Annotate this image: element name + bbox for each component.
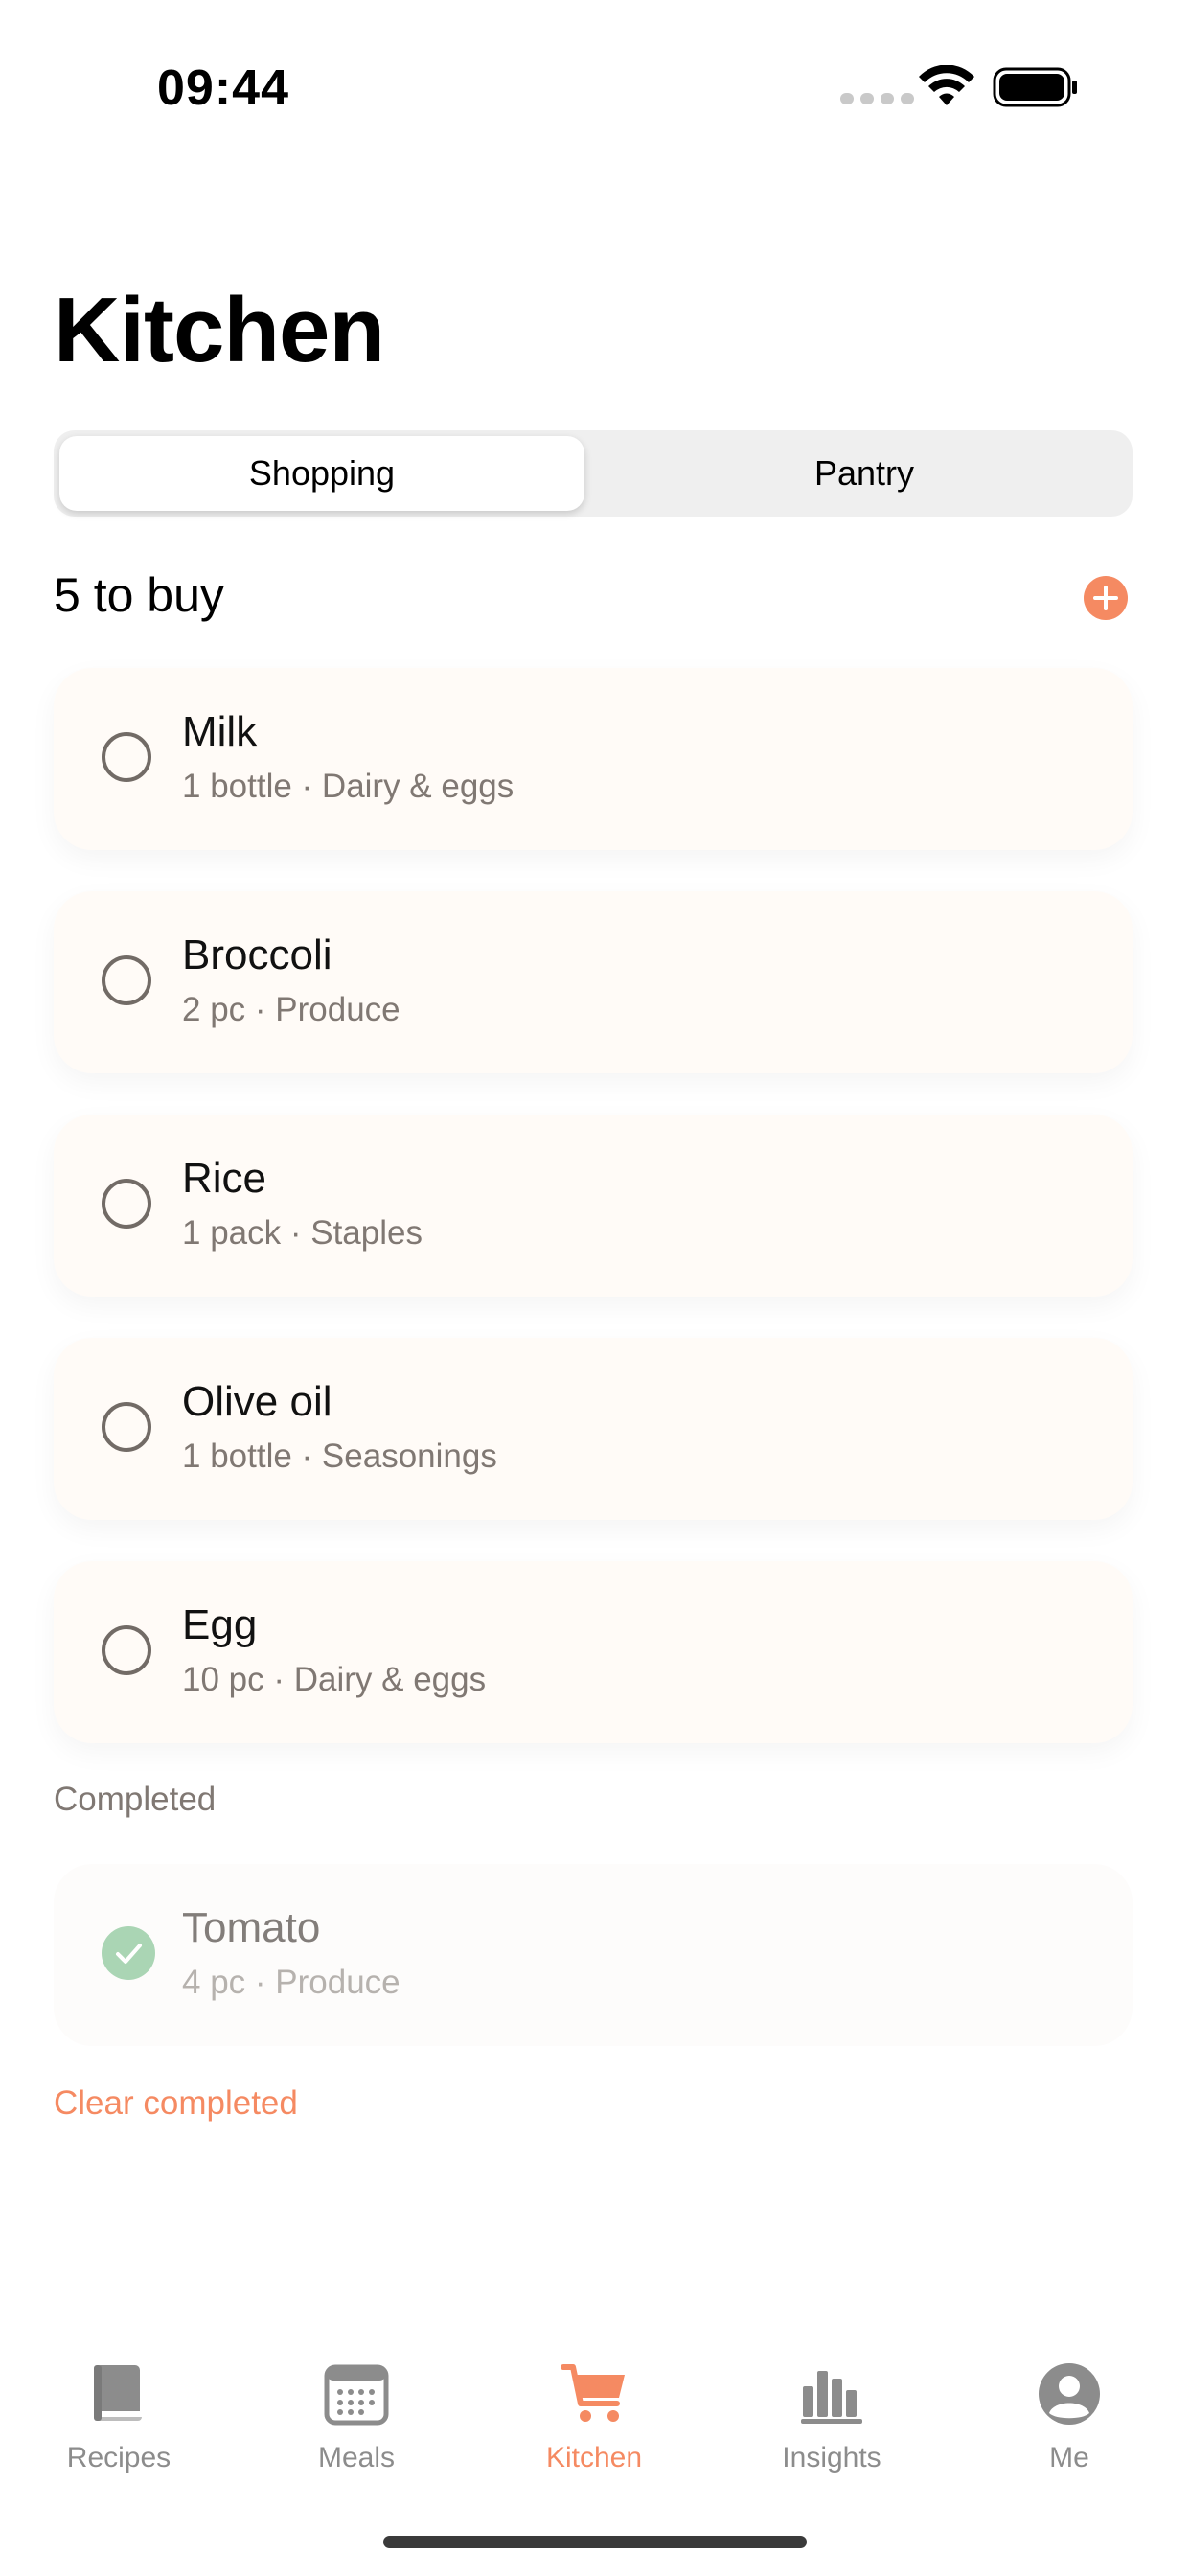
tab-label: Me [1049, 2442, 1089, 2473]
book-icon [94, 2365, 142, 2421]
completed-section-label: Completed [54, 1781, 217, 1818]
status-bar: 09:44 [0, 0, 1190, 172]
calendar-icon [324, 2364, 389, 2426]
add-item-button[interactable] [1084, 576, 1128, 620]
item-checkbox[interactable] [102, 1179, 151, 1229]
shopping-item[interactable]: Broccoli 2 pc · Produce [54, 891, 1133, 1073]
shopping-item[interactable]: Milk 1 bottle · Dairy & eggs [54, 668, 1133, 850]
home-indicator[interactable] [383, 2536, 807, 2548]
tab-insights[interactable]: Insights [713, 2338, 950, 2501]
checkmark-icon [116, 1944, 142, 1964]
completed-item[interactable]: Tomato 4 pc · Produce [54, 1864, 1133, 2046]
tab-label: Meals [317, 2442, 396, 2473]
tab-me[interactable]: Me [950, 2338, 1188, 2501]
to-buy-count: 5 to buy [54, 568, 224, 622]
wifi-icon [919, 65, 974, 105]
tab-label: Insights [782, 2442, 881, 2473]
item-name: Milk [182, 708, 258, 755]
item-name: Rice [182, 1155, 267, 1202]
clear-completed-button[interactable]: Clear completed [54, 2084, 298, 2123]
item-meta: 10 pc · Dairy & eggs [182, 1661, 487, 1698]
item-meta: 1 bottle · Seasonings [182, 1438, 497, 1475]
bar-chart-icon [801, 2371, 862, 2424]
tab-label: Kitchen [545, 2442, 643, 2473]
item-name: Egg [182, 1601, 258, 1648]
item-checkbox[interactable] [102, 955, 151, 1005]
shopping-item[interactable]: Olive oil 1 bottle · Seasonings [54, 1338, 1133, 1520]
status-time: 09:44 [157, 60, 289, 116]
cellular-signal-icon [840, 93, 914, 104]
item-meta: 2 pc · Produce [182, 991, 400, 1028]
item-meta: 4 pc · Produce [182, 1964, 400, 2001]
item-name: Olive oil [182, 1378, 332, 1425]
item-meta: 1 pack · Staples [182, 1214, 423, 1252]
tab-kitchen[interactable]: Kitchen [475, 2338, 713, 2501]
tab-pantry[interactable]: Pantry [602, 436, 1127, 511]
tab-meals[interactable]: Meals [238, 2338, 475, 2501]
item-checkbox[interactable] [102, 732, 151, 782]
segmented-control: Shopping Pantry [54, 430, 1133, 517]
shopping-item[interactable]: Rice 1 pack · Staples [54, 1115, 1133, 1297]
plus-icon [1093, 586, 1118, 610]
checked-checkbox[interactable] [102, 1926, 155, 1980]
battery-icon [993, 67, 1077, 107]
item-name: Broccoli [182, 932, 332, 978]
person-icon [1039, 2363, 1100, 2425]
tab-shopping[interactable]: Shopping [59, 436, 584, 511]
tab-recipes[interactable]: Recipes [0, 2338, 238, 2501]
shopping-item[interactable]: Egg 10 pc · Dairy & eggs [54, 1561, 1133, 1743]
item-checkbox[interactable] [102, 1625, 151, 1675]
item-checkbox[interactable] [102, 1402, 151, 1452]
item-name: Tomato [182, 1904, 321, 1951]
item-meta: 1 bottle · Dairy & eggs [182, 768, 515, 805]
page-title: Kitchen [54, 279, 385, 381]
cart-icon [561, 2364, 625, 2422]
tab-label: Recipes [66, 2442, 172, 2473]
